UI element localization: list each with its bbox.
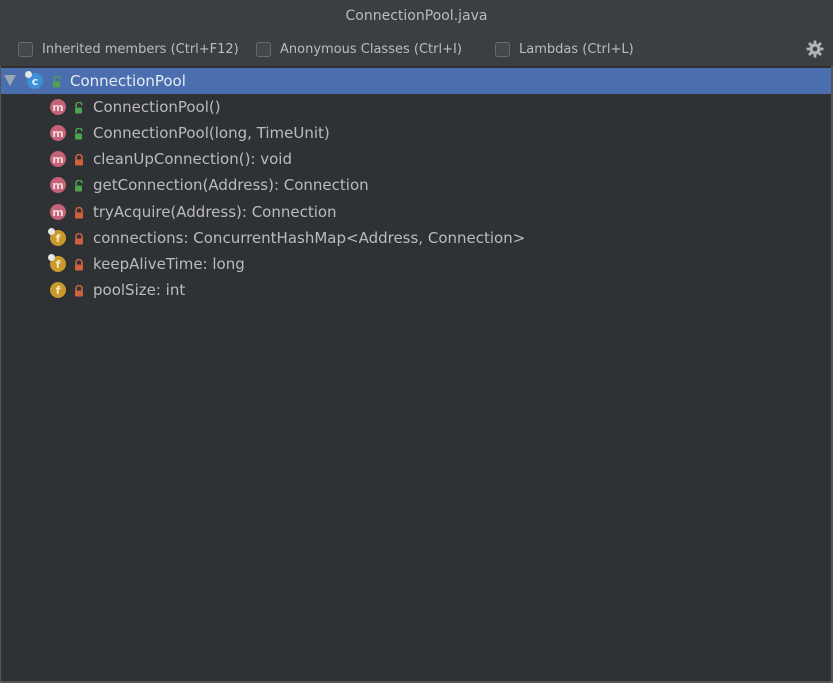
tree-member-row[interactable]: m getConnection(Address): Connection xyxy=(1,172,831,198)
class-icon: c xyxy=(25,71,43,89)
options-bar: Inherited members (Ctrl+F12) Anonymous C… xyxy=(0,31,833,66)
tree-member-row[interactable]: f keepAliveTime: long xyxy=(1,251,831,277)
private-lock-icon xyxy=(75,259,83,271)
tree-root-class[interactable]: c ConnectionPool xyxy=(1,68,831,94)
private-lock-icon xyxy=(75,285,83,297)
window-title: ConnectionPool.java xyxy=(0,0,833,31)
member-label: getConnection(Address): Connection xyxy=(93,176,369,194)
tree-member-row[interactable]: m tryAcquire(Address): Connection xyxy=(1,199,831,225)
tree-member-row[interactable]: f poolSize: int xyxy=(1,277,831,303)
inherited-members-label: Inherited members (Ctrl+F12) xyxy=(42,41,239,57)
member-label: ConnectionPool(long, TimeUnit) xyxy=(93,124,330,142)
pin-icon xyxy=(25,71,32,78)
member-label: keepAliveTime: long xyxy=(93,255,245,273)
tree-member-row[interactable]: m ConnectionPool() xyxy=(1,94,831,120)
inherited-members-toggle[interactable]: Inherited members (Ctrl+F12) xyxy=(18,40,239,58)
inherited-members-checkbox[interactable] xyxy=(18,41,33,57)
class-name-label: ConnectionPool xyxy=(70,72,186,90)
private-lock-icon xyxy=(75,207,83,219)
tree-member-row[interactable]: f connections: ConcurrentHashMap<Address… xyxy=(1,225,831,251)
method-icon: m xyxy=(50,151,66,167)
method-icon: m xyxy=(50,99,66,115)
field-icon: f xyxy=(50,282,66,298)
final-pin-icon xyxy=(48,228,55,235)
tree-member-row[interactable]: m ConnectionPool(long, TimeUnit) xyxy=(1,120,831,146)
lambdas-toggle[interactable]: Lambdas (Ctrl+L) xyxy=(495,40,634,58)
tree-member-row[interactable]: m cleanUpConnection(): void xyxy=(1,146,831,172)
public-lock-icon xyxy=(75,102,83,114)
field-icon: f xyxy=(48,228,66,246)
private-lock-icon xyxy=(75,233,83,245)
public-lock-icon xyxy=(75,180,83,192)
public-lock-icon xyxy=(53,76,61,88)
gear-icon[interactable] xyxy=(806,40,824,58)
method-icon: m xyxy=(50,204,66,220)
private-lock-icon xyxy=(75,154,83,166)
anonymous-classes-checkbox[interactable] xyxy=(256,41,271,57)
member-label: cleanUpConnection(): void xyxy=(93,150,292,168)
member-label: poolSize: int xyxy=(93,281,186,299)
final-pin-icon xyxy=(48,254,55,261)
member-label: connections: ConcurrentHashMap<Address, … xyxy=(93,229,526,247)
member-label: tryAcquire(Address): Connection xyxy=(93,203,337,221)
anonymous-classes-label: Anonymous Classes (Ctrl+I) xyxy=(280,41,462,57)
structure-tree[interactable]: c ConnectionPool m ConnectionPool() m Co… xyxy=(1,66,831,682)
member-label: ConnectionPool() xyxy=(93,98,221,116)
lambdas-checkbox[interactable] xyxy=(495,41,510,57)
anonymous-classes-toggle[interactable]: Anonymous Classes (Ctrl+I) xyxy=(256,40,462,58)
expand-arrow-icon[interactable] xyxy=(4,75,16,86)
public-lock-icon xyxy=(75,128,83,140)
method-icon: m xyxy=(50,177,66,193)
field-icon: f xyxy=(48,254,66,272)
lambdas-label: Lambdas (Ctrl+L) xyxy=(519,41,634,57)
method-icon: m xyxy=(50,125,66,141)
